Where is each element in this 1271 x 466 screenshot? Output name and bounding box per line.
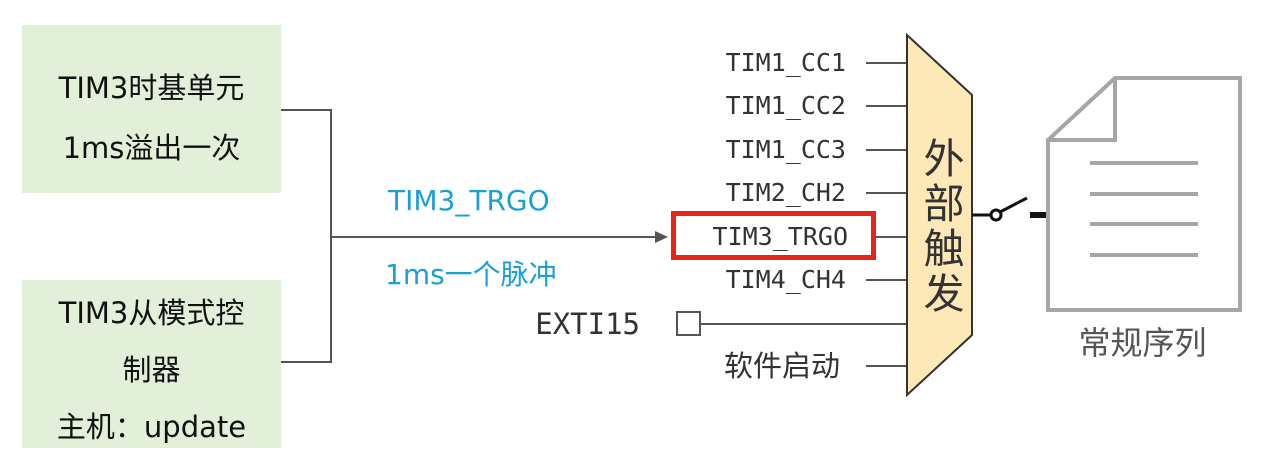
switch-pivot-icon xyxy=(989,208,1003,222)
switch-contact-icon xyxy=(1030,212,1046,218)
regular-sequence-label: 常规序列 xyxy=(1078,324,1207,362)
slave-controller-line-1: TIM3从模式控 xyxy=(58,296,245,330)
signal-name-label: TIM3_TRGO xyxy=(388,184,550,217)
mux-input-tim3-trgo: TIM3_TRGO xyxy=(712,222,848,251)
exti15-pin-square xyxy=(676,311,701,336)
diagram-canvas: TIM3时基单元 1ms溢出一次 TIM3从模式控 制器 主机：update T… xyxy=(0,0,1271,466)
slave-controller-line-2: 制器 xyxy=(122,353,181,387)
switch-blade-icon xyxy=(999,196,1028,214)
mux-input-tim2-ch2: TIM2_CH2 xyxy=(725,178,846,207)
timebase-line-1: TIM3时基单元 xyxy=(58,71,245,105)
mux-input-tim1-cc3: TIM1_CC3 xyxy=(725,135,846,164)
timebase-connector xyxy=(281,109,332,363)
mux-input-software-start: 软件启动 xyxy=(723,349,840,383)
mux-input-tim1-cc1: TIM1_CC1 xyxy=(725,48,846,77)
mux-label: 外部触发 xyxy=(916,137,964,317)
slave-controller-line-3: 主机：update xyxy=(56,410,247,444)
mux-input-tim4-ch4: TIM4_CH4 xyxy=(725,265,846,294)
timebase-line-2: 1ms溢出一次 xyxy=(62,131,241,165)
document-icon xyxy=(1046,76,1242,312)
mux-input-exti15: EXTI15 xyxy=(535,307,640,341)
signal-description-label: 1ms一个脉冲 xyxy=(385,258,557,291)
mux-input-tim1-cc2: TIM1_CC2 xyxy=(725,91,846,120)
